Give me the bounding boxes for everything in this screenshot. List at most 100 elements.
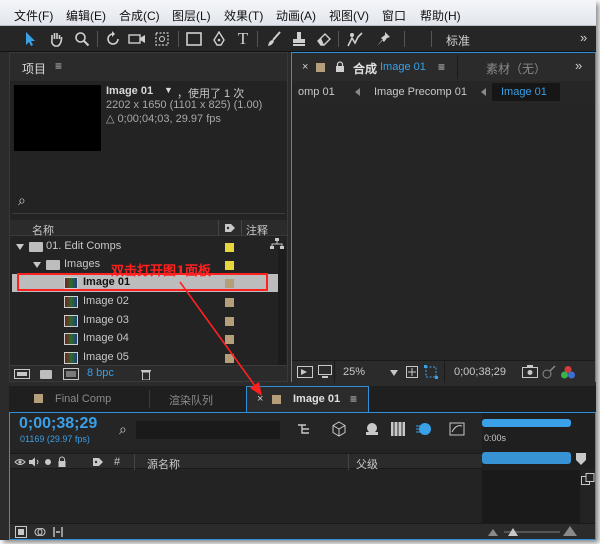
menubar: 文件(F) 编辑(E) 合成(C) 图层(L) 效果(T) 动画(A) 视图(V… [0, 0, 596, 26]
interpret-footage-icon[interactable] [14, 369, 30, 382]
footage-tab[interactable]: 素材（无） [486, 60, 546, 77]
eraser-tool-icon[interactable] [314, 29, 334, 49]
camera-tool-icon[interactable] [126, 29, 148, 49]
puppet-pin-tool-icon[interactable] [374, 29, 396, 49]
new-composition-icon[interactable] [63, 368, 79, 383]
workspace-select[interactable]: 标准 [446, 32, 470, 49]
zoom-out-mountain-icon[interactable] [488, 527, 498, 540]
audio-speaker-icon[interactable] [28, 457, 40, 470]
current-time-indicator-icon[interactable] [575, 452, 587, 469]
menu-layer[interactable]: 图层(L) [172, 7, 211, 24]
hand-tool-icon[interactable] [46, 29, 66, 49]
panel-more-button[interactable]: » [575, 58, 582, 73]
layers-area[interactable] [10, 470, 482, 523]
work-area-bar[interactable] [482, 419, 571, 427]
crosshair-icon[interactable] [406, 366, 418, 381]
monitor-icon[interactable] [318, 365, 332, 381]
rgb-channel-icon[interactable] [560, 365, 576, 382]
show-snapshot-icon[interactable] [542, 365, 556, 382]
pan-behind-tool-icon[interactable] [152, 29, 172, 49]
menu-effect[interactable]: 效果(T) [224, 7, 263, 24]
workspace-more-button[interactable]: » [580, 30, 587, 45]
zoom-tool-icon[interactable] [72, 29, 92, 49]
image-footage-icon [64, 352, 78, 364]
in-out-stretch-icon[interactable] [52, 526, 64, 540]
comp-panel-menu-icon[interactable]: ≡ [438, 60, 445, 74]
breadcrumb-current[interactable]: Image 01 [501, 86, 547, 98]
shy-layers-icon[interactable] [364, 421, 380, 440]
breadcrumb-item[interactable]: Image Precomp 01 [374, 86, 467, 98]
selection-tool-icon[interactable] [20, 29, 40, 49]
ruler-start-label: 0:00s [484, 433, 507, 443]
label-tag-icon[interactable] [224, 223, 236, 236]
comp-tab-name[interactable]: Image 01 [380, 61, 426, 73]
comp-tab-label[interactable]: 合成 [353, 60, 377, 77]
video-eye-icon[interactable] [14, 457, 26, 470]
frame-blending-icon[interactable] [390, 421, 406, 440]
layer-switches-icon[interactable] [15, 526, 27, 540]
snapshot-camera-icon[interactable] [522, 365, 538, 381]
tab-final-comp[interactable]: Final Comp [55, 393, 111, 405]
track-area[interactable] [482, 470, 580, 523]
transfer-controls-icon[interactable] [34, 526, 46, 540]
column-comment[interactable]: 注释 [246, 222, 268, 238]
new-folder-icon[interactable] [40, 370, 52, 379]
pen-tool-icon[interactable] [209, 29, 229, 49]
menu-window[interactable]: 窗口 [382, 7, 406, 24]
label-swatch[interactable] [225, 243, 234, 252]
comp-timecode[interactable]: 0;00;38;29 [454, 366, 506, 378]
project-scrollbar[interactable] [278, 249, 286, 367]
menu-file[interactable]: 文件(F) [14, 7, 53, 24]
item-label: Image 03 [83, 314, 129, 326]
draft-3d-icon[interactable] [331, 421, 347, 440]
project-tab[interactable]: 项目 [22, 60, 46, 77]
layer-lock-icon[interactable] [57, 456, 67, 471]
region-of-interest-icon[interactable] [424, 365, 438, 382]
comp-viewer[interactable] [292, 103, 595, 360]
column-layer-number[interactable]: # [114, 456, 120, 468]
comp-button-icon[interactable] [581, 473, 595, 490]
close-icon[interactable]: × [302, 61, 308, 73]
work-area-selection[interactable] [482, 452, 571, 464]
zoom-slider-thumb[interactable] [508, 527, 518, 540]
lock-icon[interactable] [335, 61, 345, 76]
label-tag-icon[interactable] [92, 457, 104, 470]
comp-mini-flowchart-icon[interactable] [297, 422, 313, 439]
motion-blur-icon[interactable] [415, 421, 433, 440]
menu-animation[interactable]: 动画(A) [276, 7, 316, 24]
usage-dropdown-icon[interactable]: ▼ [164, 85, 173, 95]
timeline-search-icon[interactable]: ⌕ [119, 421, 127, 438]
time-ruler[interactable]: 0:00s [482, 413, 595, 449]
menu-edit[interactable]: 编辑(E) [66, 7, 106, 24]
rectangle-tool-icon[interactable] [184, 29, 204, 49]
tab-label: Image 01 [293, 393, 341, 405]
comp-tabbar: × 合成 Image 01 ≡ 素材（无） » [292, 53, 595, 81]
bpc-button[interactable]: 8 bpc [87, 367, 114, 379]
column-name[interactable]: 名称 [32, 222, 54, 238]
text-tool-icon[interactable]: T [233, 29, 253, 49]
breadcrumb-item[interactable]: omp 01 [298, 86, 335, 98]
solo-dot-icon[interactable] [43, 457, 53, 470]
clone-stamp-tool-icon[interactable] [289, 29, 309, 49]
expand-chevron-icon[interactable] [16, 244, 24, 250]
menu-composition[interactable]: 合成(C) [119, 7, 160, 24]
timeline-search-input[interactable] [136, 421, 280, 439]
project-panel-menu-icon[interactable]: ≡ [55, 59, 62, 73]
zoom-dropdown-icon[interactable] [390, 370, 398, 376]
label-swatch[interactable] [225, 261, 234, 270]
trash-icon[interactable] [140, 368, 152, 383]
rotate-tool-icon[interactable] [103, 29, 123, 49]
project-search-icon[interactable]: ⌕ [18, 192, 26, 209]
graph-editor-icon[interactable] [449, 421, 465, 440]
always-preview-icon[interactable] [297, 366, 313, 381]
timeline-timecode[interactable]: 0;00;38;29 [19, 415, 97, 433]
zoom-in-mountain-icon[interactable] [563, 525, 577, 540]
list-item[interactable]: 01. Edit Comps [12, 238, 278, 256]
timeline-menu-icon[interactable]: ≡ [350, 392, 357, 406]
roto-brush-tool-icon[interactable] [344, 29, 366, 49]
menu-view[interactable]: 视图(V) [329, 7, 369, 24]
zoom-level-select[interactable]: 25% [343, 366, 365, 378]
brush-tool-icon[interactable] [264, 29, 284, 49]
menu-help[interactable]: 帮助(H) [420, 7, 461, 24]
expand-chevron-icon[interactable] [33, 262, 41, 268]
